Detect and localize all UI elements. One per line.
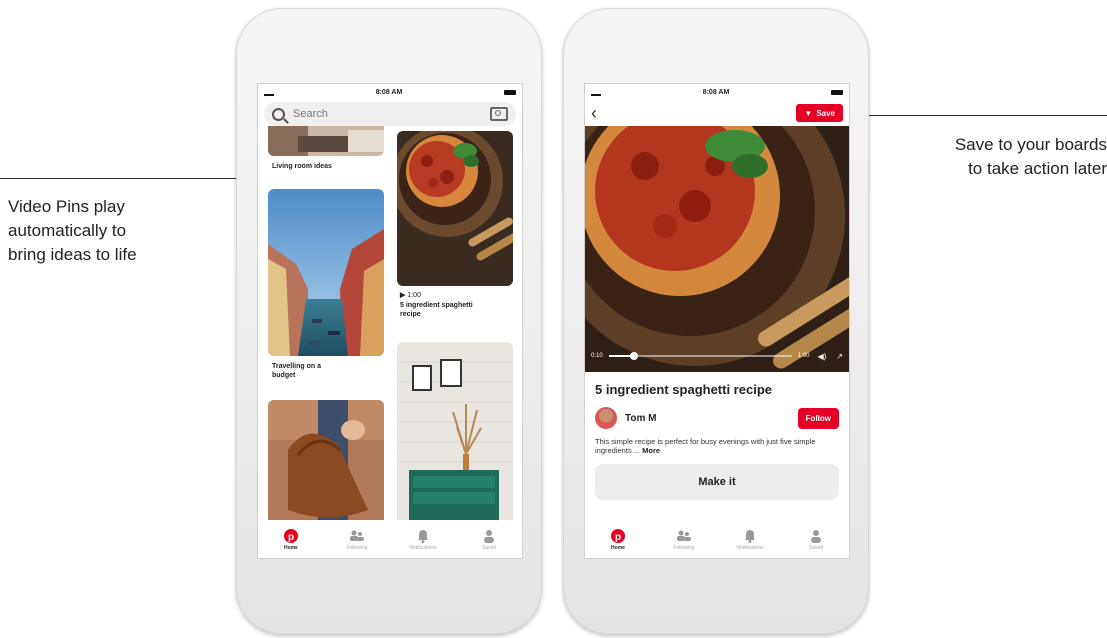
tab-label: Saved <box>481 545 497 551</box>
follow-button[interactable]: Follow <box>797 407 839 429</box>
screen-pin-detail: 8:08 AM ‹ ▼ Save 0:10 1:00 ◀) ↗ 5 ingred… <box>584 83 850 559</box>
svg-text:p: p <box>288 532 294 543</box>
tab-saved[interactable]: Saved <box>791 528 841 551</box>
play-icon: ▶ <box>400 292 406 299</box>
pin-title: 5 ingredient spaghetti recipe <box>595 382 772 397</box>
tab-label: Notifications <box>736 545 764 551</box>
pin-living-room[interactable] <box>268 126 384 156</box>
pin-duration: 1:00 <box>407 292 421 299</box>
living-room-image <box>268 126 384 156</box>
save-button[interactable]: ▼ Save <box>796 104 843 122</box>
tab-label: Home <box>611 545 625 551</box>
search-input[interactable]: Search <box>264 102 516 126</box>
person-icon <box>483 528 495 543</box>
handbag-image <box>268 400 384 520</box>
status-bar: 8:08 AM <box>585 84 849 100</box>
tab-label: Following <box>346 545 368 551</box>
person-icon <box>810 528 822 543</box>
pin-room-decor[interactable] <box>397 342 513 520</box>
pin-label: Living room ideas <box>272 163 332 170</box>
pin-description: This simple recipe is perfect for busy e… <box>595 437 839 455</box>
callout-save-boards: Save to your boards to take action later <box>902 133 1107 181</box>
video-current-time: 0:10 <box>591 353 603 359</box>
pinterest-logo-icon: p <box>611 528 625 543</box>
status-time: 8:08 AM <box>375 88 403 96</box>
tab-label: Home <box>284 545 298 551</box>
tab-label: Notifications <box>409 545 437 551</box>
pin-label: 5 ingredient spaghetti recipe <box>400 302 473 318</box>
search-placeholder: Search <box>293 108 328 120</box>
phone-pin-detail: 8:08 AM ‹ ▼ Save 0:10 1:00 ◀) ↗ 5 ingred… <box>563 8 869 634</box>
battery-icon <box>831 89 843 95</box>
video-scrubber[interactable] <box>608 352 792 360</box>
tab-following[interactable]: Following <box>332 528 382 551</box>
search-icon <box>272 107 285 121</box>
pinterest-logo-icon: p <box>284 528 298 543</box>
pin-video-meta: ▶ 1:00 <box>400 291 510 300</box>
pin-feed: Living room ideas Travelling on a budget… <box>258 126 522 526</box>
callout-line: Video Pins play <box>8 197 125 216</box>
more-link[interactable]: More <box>642 446 660 455</box>
status-bar: 8:08 AM <box>258 84 522 100</box>
save-label: Save <box>816 108 835 118</box>
back-chevron-icon[interactable]: ‹ <box>591 104 597 122</box>
callout-line: bring ideas to life <box>8 245 137 264</box>
tab-label: Saved <box>808 545 824 551</box>
video-scrubber-handle[interactable] <box>630 352 639 360</box>
description-text: This simple recipe is perfect for busy e… <box>595 437 816 455</box>
author-name[interactable]: Tom M <box>625 413 656 424</box>
make-it-button[interactable]: Make it <box>595 464 839 500</box>
spaghetti-video-frame <box>585 126 849 372</box>
pin-handbag[interactable] <box>268 400 384 520</box>
tab-home[interactable]: p Home <box>266 528 316 551</box>
phone-home-feed: 8:08 AM Search Living room ideas Travell… <box>236 8 542 634</box>
tab-notifications[interactable]: Notifications <box>725 528 775 551</box>
people-icon <box>349 528 365 543</box>
svg-text:p: p <box>615 532 621 543</box>
dresser-room-image <box>397 342 513 520</box>
callout-line: Save to your boards <box>954 135 1107 154</box>
venice-canal-image <box>268 189 384 356</box>
volume-icon[interactable]: ◀) <box>817 352 826 361</box>
tab-bar: p Home Following Notifications Saved <box>258 525 522 558</box>
video-player[interactable]: 0:10 1:00 ◀) ↗ <box>585 126 849 372</box>
signal-icon <box>264 88 274 96</box>
video-total-time: 1:00 <box>797 353 810 359</box>
pin-spaghetti[interactable] <box>397 131 513 286</box>
bell-icon <box>417 528 429 543</box>
pin-travel[interactable] <box>268 189 384 356</box>
callout-line: to take action later <box>968 159 1107 178</box>
author-row: Tom M Follow <box>595 407 839 429</box>
pin-label: Travelling on a budget <box>272 363 322 379</box>
tab-label: Following <box>673 545 695 551</box>
tab-bar: p Home Following Notifications Saved <box>585 525 849 558</box>
video-controls: 0:10 1:00 ◀) ↗ <box>591 350 843 362</box>
battery-icon <box>504 89 516 95</box>
people-icon <box>676 528 692 543</box>
fullscreen-icon[interactable]: ↗ <box>836 352 843 361</box>
tab-notifications[interactable]: Notifications <box>398 528 448 551</box>
callout-video-pins: Video Pins play automatically to bring i… <box>8 195 208 267</box>
spaghetti-image <box>397 131 513 286</box>
camera-icon[interactable] <box>490 107 508 121</box>
avatar[interactable] <box>595 407 617 429</box>
detail-header: ‹ ▼ Save <box>585 100 849 126</box>
signal-icon <box>591 88 601 96</box>
bell-icon <box>744 528 756 543</box>
screen-home: 8:08 AM Search Living room ideas Travell… <box>257 83 523 559</box>
tab-home[interactable]: p Home <box>593 528 643 551</box>
status-time: 8:08 AM <box>702 88 730 96</box>
callout-connector-right <box>846 115 1107 116</box>
tab-saved[interactable]: Saved <box>464 528 514 551</box>
tab-following[interactable]: Following <box>659 528 709 551</box>
pin-icon: ▼ <box>804 108 813 118</box>
callout-line: automatically to <box>8 221 127 240</box>
